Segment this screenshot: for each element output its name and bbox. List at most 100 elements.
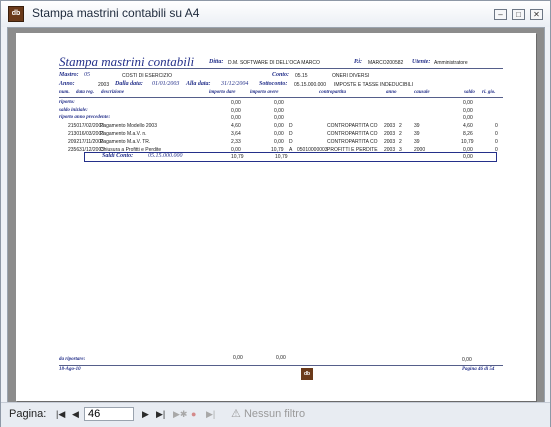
entry-da: D [289,131,293,137]
ditta-label: Ditta: [209,59,224,65]
entry-anno: 2003 [384,123,396,129]
riportare-avere: 0,00 [276,355,286,361]
col-importo-dare: importo dare [209,90,236,95]
sottoconto-value: 05.15.000.000 [294,82,326,88]
stop-icon: ● [191,409,197,419]
new-record-button[interactable]: ▶✱ [173,409,187,420]
entry-num: 2130 [68,131,80,137]
col-contropartita: contropartita [319,90,346,95]
last-page-button[interactable]: ▶| [156,409,165,420]
title-bar[interactable]: db Stampa mastrini contabili su A4 – □ ✕ [1,1,550,27]
da-riportare-label: da riportare: [59,357,86,362]
col-causale: causale [414,90,430,95]
report-logo-icon: db [301,368,313,380]
pi-value: MARCO200582 [368,60,404,66]
riporto-label: riporto: [59,100,75,105]
saldi-conto-label: Saldi Conto: [102,153,134,159]
minimize-button[interactable]: – [494,9,507,20]
entry-desc: Pagamento M.a.V. TR. [100,139,151,145]
alla-data-label: Alla data: [186,81,211,87]
entry-dare: 2,33 [231,139,241,145]
saldi-dare: 10,79 [231,154,244,160]
entry-contro: CONTROPARTITA CO [327,123,378,129]
maximize-button[interactable]: □ [512,9,525,20]
conto-desc: ONERI DIVERSI [332,73,370,79]
page-number-input[interactable] [84,407,134,421]
filter-icon: ⚠ [231,408,241,420]
entry-num: 2092 [68,139,80,145]
utente-label: Utente: [412,59,431,65]
no-filter-label: Nessun filtro [243,408,306,420]
entry-causale: 39 [414,139,420,145]
saldo-iniziale-label: saldo iniziale: [59,108,88,113]
entry-contro: CONTROPARTITA CO [327,139,378,145]
no-filter-button[interactable]: ⚠ Nessun filtro [231,407,331,422]
entry-num: 2150 [68,123,80,129]
page-label: Pagina: [9,408,47,420]
entry-dare: 3,64 [231,131,241,137]
riporto-anno-prec-label: riporto anno precedente: [59,115,111,120]
entry-causale: 39 [414,123,420,129]
conto-value: 05.15 [295,73,308,79]
sottoconto-desc: IMPOSTE E TASSE INDEDUCIBILI [334,82,413,88]
previous-page-button[interactable]: ◀ [72,409,79,420]
entry-c1: 2 [399,139,402,145]
entry-saldo: 8,26 [463,131,473,137]
col-ri-gio: ri. gio. [482,90,496,95]
utente-value: Amministratore [434,60,468,66]
mastro-desc: COSTI DI ESERCIZIO [122,73,173,79]
ditta-value: D.M. SOFTWARE DI DELL'OCA MARCO [228,60,320,66]
entry-da: D [289,139,293,145]
entry-avere: 0,00 [274,139,284,145]
header-rule [59,68,503,69]
columns-rule [59,97,503,98]
col-saldo: saldo [464,90,475,95]
riportare-saldo: 0,00 [462,357,472,363]
entry-c1: 2 [399,123,402,129]
saldi-avere: 10,79 [275,154,288,160]
entry-contro: CONTROPARTITA CO [327,131,378,137]
dalla-data-value: 01/01/2003 [152,81,180,87]
disabled-nav-icon: ▶| [206,409,216,419]
anno-value: 2003 [98,82,110,88]
riporto-avere: 0,00 [274,100,284,106]
access-report-icon: db [8,6,24,22]
riporto-dare: 0,00 [231,100,241,106]
record-navigation-bar: Pagina: |◀ ◀ ▶ ▶| ▶✱ ● ▶| ⚠ Nessun filtr… [1,402,550,427]
entry-saldo: 4,60 [463,123,473,129]
footer-page-count: Pagina 46 di 54 [462,367,495,372]
footer-rule [59,365,503,366]
footer-date: 18-Ago-10 [59,367,81,372]
report-preview-area[interactable]: Stampa mastrini contabili Ditta: D.M. SO… [7,27,545,403]
entry-desc: Pagamento M.a.V. n. [100,131,147,137]
close-button[interactable]: ✕ [530,9,543,20]
riporto-saldo: 0,00 [463,100,473,106]
riporto-anno-prec-saldo: 0,00 [463,115,473,121]
saldi-conto-box [84,152,497,162]
entry-anno: 2003 [384,131,396,137]
saldi-conto-value: 05.15.000.000 [148,153,183,159]
col-anno: anno [386,90,397,95]
saldo-iniziale-avere: 0,00 [274,108,284,114]
saldo-iniziale-dare: 0,00 [231,108,241,114]
riporto-anno-prec-dare: 0,00 [231,115,241,121]
col-data-reg: data reg. [76,90,95,95]
entry-desc: Pagamento Modello 2003 [100,123,157,129]
entry-anno: 2003 [384,139,396,145]
saldi-saldo: 0,00 [463,154,473,160]
col-num: num. [59,90,70,95]
entry-c1: 2 [399,131,402,137]
entry-da: D [289,123,293,129]
riporto-anno-prec-avere: 0,00 [274,115,284,121]
sottoconto-label: Sottoconto: [259,81,288,87]
first-page-button[interactable]: |◀ [56,409,65,420]
entry-causale: 39 [414,131,420,137]
window-title: Stampa mastrini contabili su A4 [32,6,200,20]
entry-ri: 0 [495,139,498,145]
entry-dare: 4,60 [231,123,241,129]
pi-label: P.i: [354,59,363,65]
next-page-button[interactable]: ▶ [142,409,149,420]
mastro-value: 05 [84,72,90,78]
report-window: db Stampa mastrini contabili su A4 – □ ✕… [0,0,551,427]
entry-avere: 0,00 [274,123,284,129]
